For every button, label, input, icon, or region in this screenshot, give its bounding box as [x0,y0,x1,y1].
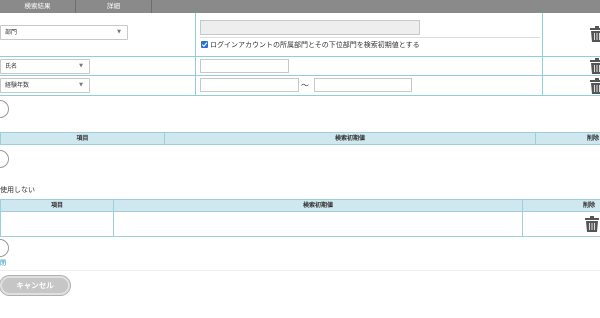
trash-icon[interactable] [585,216,599,232]
tab-details[interactable]: 詳細 [76,0,152,13]
condition-row-name: 氏名 ▼ [0,57,600,76]
include-subdepartments-checkbox[interactable] [201,41,208,48]
include-subdepartments-label: ログインアカウントの所属部門とその下位部門を検索初期値とする [210,41,420,49]
table-header-item-label: 項目 [76,135,89,142]
table2-header-item-label: 項目 [50,202,63,209]
tab-bar: 検索結果 詳細 [0,0,600,13]
department-select-label: 部門 [5,29,18,36]
circle-add-icon[interactable] [0,239,9,257]
table-header-delete: 削除 [535,132,600,145]
unused-caption: 使用しない [0,186,35,194]
table-header-item: 項目 [0,132,165,145]
column-divider [195,57,196,76]
column-divider [542,57,543,76]
condition-row-experience: 経験年数 ▼ ～ [0,76,600,96]
field-underline [200,37,540,38]
caret-down-icon: ▼ [117,29,121,35]
department-select[interactable]: 部門 ▼ [0,25,128,40]
table-row-cell [113,211,523,237]
tab-search-results-label: 検索結果 [24,2,51,10]
trash-icon[interactable] [590,26,600,42]
column-divider [542,13,543,57]
name-value-field[interactable] [200,59,289,73]
range-separator: ～ [301,81,309,90]
experience-to-field[interactable] [314,78,412,92]
tab-search-results[interactable]: 検索結果 [0,0,76,13]
tab-details-label: 詳細 [107,2,120,10]
column-divider [542,76,543,96]
circle-add-icon[interactable] [0,100,9,118]
name-select-label: 氏名 [5,63,18,70]
trash-icon[interactable] [590,78,600,94]
table-header-default-label: 検索初期値 [334,135,365,142]
table-header-default: 検索初期値 [164,132,536,145]
column-divider [195,76,196,96]
column-divider [195,13,196,57]
table-header-delete-label: 削除 [587,135,600,142]
experience-from-field[interactable] [200,78,299,92]
experience-select[interactable]: 経験年数 ▼ [0,78,90,93]
table2-header-delete-label: 削除 [583,202,596,209]
caret-down-icon: ▼ [79,82,83,88]
caret-down-icon: ▼ [79,63,83,69]
checkbox-icon [201,42,208,48]
name-select[interactable]: 氏名 ▼ [0,59,90,74]
footer-divider [0,270,600,271]
department-value-field[interactable] [200,20,420,35]
close-link[interactable]: 閉 [0,258,6,267]
condition-row-department: 部門 ▼ ログインアカウントの所属部門とその下位部門を検索初期値とする [0,13,600,57]
circle-add-icon[interactable] [0,150,9,168]
table-row-cell [0,211,114,237]
experience-select-label: 経験年数 [5,82,30,89]
table2-header-default-label: 検索初期値 [302,202,333,209]
cancel-button[interactable]: キャンセル [0,276,70,295]
trash-icon[interactable] [590,58,600,74]
